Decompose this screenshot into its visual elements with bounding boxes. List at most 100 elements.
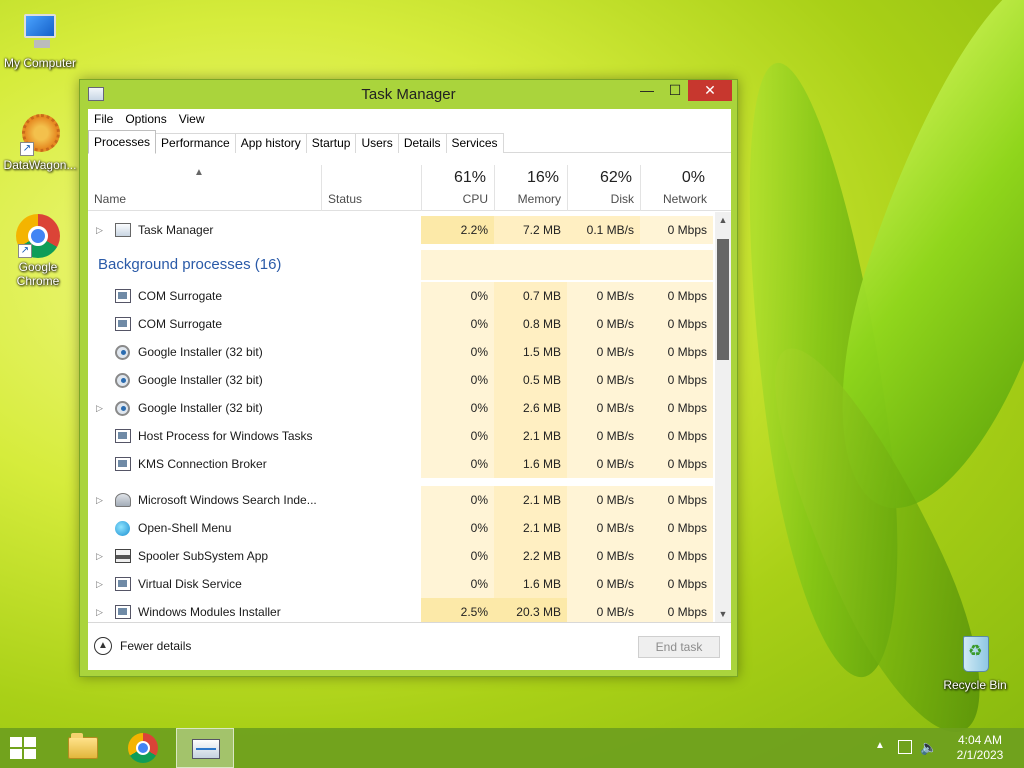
- vertical-scrollbar[interactable]: ▲ ▼: [715, 212, 731, 622]
- disk-value: 0 MB/s: [567, 366, 640, 394]
- memory-value: 2.1 MB: [494, 514, 567, 542]
- menu-options[interactable]: Options: [125, 109, 172, 129]
- table-row[interactable]: Google Installer (32 bit) 0% 1.5 MB 0 MB…: [88, 338, 715, 366]
- maximize-button[interactable]: ☐: [662, 80, 688, 101]
- tab-startup[interactable]: Startup: [305, 133, 357, 153]
- column-header-network[interactable]: 0% Network: [640, 155, 713, 211]
- open-shell-icon: [115, 521, 130, 536]
- process-name: Host Process for Windows Tasks: [138, 429, 313, 443]
- memory-value: 1.6 MB: [494, 450, 567, 478]
- table-row[interactable]: ▷ Spooler SubSystem App 0% 2.2 MB 0 MB/s…: [88, 542, 715, 570]
- title-bar[interactable]: Task Manager — ☐ ✕: [80, 80, 737, 108]
- scrollbar-thumb[interactable]: [717, 239, 729, 360]
- disk-value: 0.1 MB/s: [567, 216, 640, 244]
- taskbar-chrome[interactable]: [114, 728, 172, 768]
- menu-view[interactable]: View: [179, 109, 211, 129]
- process-name: COM Surrogate: [138, 317, 223, 331]
- tab-strip: Processes Performance App history Startu…: [88, 129, 731, 154]
- system-clock[interactable]: 4:04 AM 2/1/2023: [944, 733, 1016, 763]
- network-total-percent: 0%: [681, 169, 705, 186]
- desktop-icon-datawagon[interactable]: ↗ DataWagon...: [0, 112, 80, 172]
- expand-arrow-icon[interactable]: ▷: [96, 570, 103, 598]
- tab-app-history[interactable]: App history: [234, 133, 307, 153]
- window-process-icon: [115, 457, 131, 471]
- memory-value: 1.6 MB: [494, 570, 567, 598]
- expand-arrow-icon[interactable]: ▷: [96, 216, 103, 244]
- disk-value: 0 MB/s: [567, 422, 640, 450]
- printer-icon: [115, 549, 131, 563]
- disk-value: 0 MB/s: [567, 514, 640, 542]
- fewer-details-link[interactable]: Fewer details: [120, 639, 191, 653]
- cpu-value: 2.5%: [421, 598, 494, 622]
- expand-arrow-icon[interactable]: ▷: [96, 486, 103, 514]
- network-value: 0 Mbps: [640, 514, 713, 542]
- memory-value: 7.2 MB: [494, 216, 567, 244]
- taskbar: ▲ 🔈 4:04 AM 2/1/2023: [0, 728, 1024, 768]
- disk-value: 0 MB/s: [567, 450, 640, 478]
- cpu-value: 0%: [421, 542, 494, 570]
- process-name: Open-Shell Menu: [138, 521, 232, 535]
- desktop-icon-label: DataWagon...: [3, 158, 77, 172]
- taskbar-file-explorer[interactable]: [52, 728, 110, 768]
- taskbar-task-manager[interactable]: [176, 728, 234, 768]
- show-hidden-icons-icon[interactable]: ▲: [875, 740, 885, 768]
- task-manager-window: Task Manager — ☐ ✕ File Options View Pro…: [79, 79, 738, 677]
- menu-file[interactable]: File: [94, 109, 119, 129]
- sort-arrow-icon: ▲: [194, 167, 204, 178]
- table-row[interactable]: Google Installer (32 bit) 0% 0.5 MB 0 MB…: [88, 366, 715, 394]
- scroll-up-icon[interactable]: ▲: [715, 212, 731, 228]
- close-button[interactable]: ✕: [688, 80, 732, 101]
- disk-value: 0 MB/s: [567, 282, 640, 310]
- disk-value: 0 MB/s: [567, 338, 640, 366]
- table-row[interactable]: COM Surrogate 0% 0.8 MB 0 MB/s 0 Mbps: [88, 310, 715, 338]
- tab-performance[interactable]: Performance: [155, 133, 236, 153]
- desktop-icon-label: Google Chrome: [16, 260, 60, 288]
- expand-arrow-icon[interactable]: ▷: [96, 542, 103, 570]
- tab-services[interactable]: Services: [445, 133, 504, 153]
- scroll-down-icon[interactable]: ▼: [715, 606, 731, 622]
- minimize-button[interactable]: —: [633, 80, 661, 101]
- installer-icon: [115, 373, 130, 388]
- desktop-icon-google-chrome[interactable]: ↗ Google Chrome: [0, 214, 78, 288]
- volume-icon[interactable]: 🔈: [920, 739, 937, 768]
- end-task-button[interactable]: End task: [638, 636, 720, 658]
- tab-users[interactable]: Users: [355, 133, 399, 153]
- table-row[interactable]: KMS Connection Broker 0% 1.6 MB 0 MB/s 0…: [88, 450, 715, 478]
- group-header-background-processes[interactable]: Background processes (16): [88, 250, 715, 280]
- network-value: 0 Mbps: [640, 450, 713, 478]
- desktop-icon-my-computer[interactable]: My Computer: [0, 10, 80, 70]
- network-icon[interactable]: [898, 740, 912, 754]
- window-process-icon: [115, 317, 131, 331]
- column-header-cpu[interactable]: 61% CPU: [421, 155, 494, 211]
- table-row[interactable]: ▷ Google Installer (32 bit) 0% 2.6 MB 0 …: [88, 394, 715, 422]
- memory-value: 0.8 MB: [494, 310, 567, 338]
- tab-processes[interactable]: Processes: [88, 130, 157, 154]
- cpu-value: 0%: [421, 338, 494, 366]
- table-row[interactable]: ▷ Task Manager 2.2% 7.2 MB 0.1 MB/s 0 Mb…: [88, 216, 715, 244]
- table-row[interactable]: Host Process for Windows Tasks 0% 2.1 MB…: [88, 422, 715, 450]
- table-row[interactable]: COM Surrogate 0% 0.7 MB 0 MB/s 0 Mbps: [88, 282, 715, 310]
- recycle-bin-icon: [953, 632, 997, 676]
- column-label: Disk: [610, 192, 634, 206]
- table-row[interactable]: ▷ Microsoft Windows Search Inde... 0% 2.…: [88, 486, 715, 514]
- group-title: Background processes (16): [98, 256, 282, 273]
- column-header-status[interactable]: Status: [321, 155, 421, 211]
- chevron-up-icon[interactable]: ▲: [94, 637, 112, 655]
- column-header-disk[interactable]: 62% Disk: [567, 155, 640, 211]
- process-name: Google Installer (32 bit): [138, 401, 263, 415]
- expand-arrow-icon[interactable]: ▷: [96, 394, 103, 422]
- desktop-icon-label: Recycle Bin: [943, 678, 1007, 692]
- start-button[interactable]: [10, 737, 38, 761]
- tab-details[interactable]: Details: [397, 133, 447, 153]
- table-row[interactable]: Open-Shell Menu 0% 2.1 MB 0 MB/s 0 Mbps: [88, 514, 715, 542]
- column-header-memory[interactable]: 16% Memory: [494, 155, 567, 211]
- installer-icon: [115, 401, 130, 416]
- table-row[interactable]: ▷ Virtual Disk Service 0% 1.6 MB 0 MB/s …: [88, 570, 715, 598]
- column-header-name[interactable]: ▲ Name: [88, 155, 321, 211]
- table-row[interactable]: ▷ Windows Modules Installer 2.5% 20.3 MB…: [88, 598, 715, 622]
- column-label: Network: [662, 192, 707, 206]
- expand-arrow-icon[interactable]: ▷: [96, 598, 103, 622]
- desktop-icon-recycle-bin[interactable]: Recycle Bin: [935, 632, 1015, 692]
- network-value: 0 Mbps: [640, 570, 713, 598]
- network-value: 0 Mbps: [640, 486, 713, 514]
